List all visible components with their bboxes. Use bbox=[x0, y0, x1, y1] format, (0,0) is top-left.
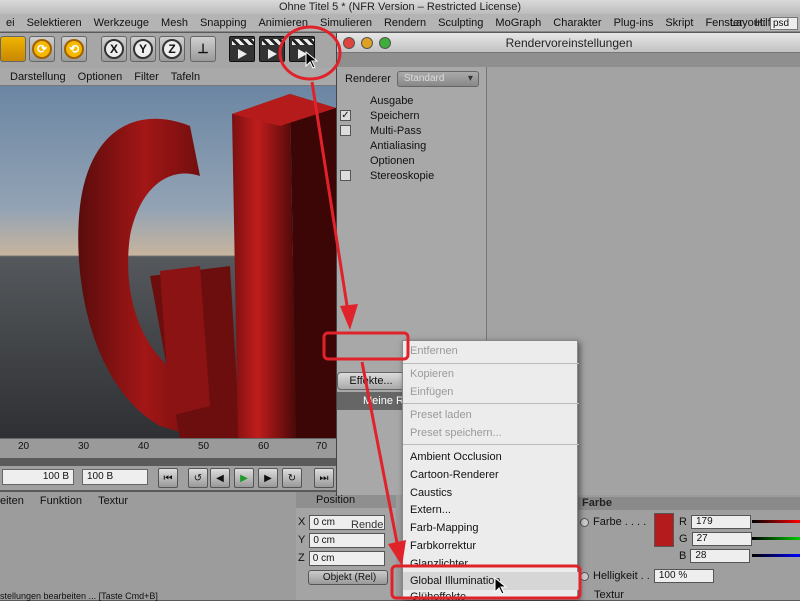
annotation-arrow-head bbox=[340, 304, 358, 330]
annotation-arrow-line bbox=[360, 361, 400, 549]
annotation-arrow-line bbox=[310, 81, 350, 313]
annotation-overlay bbox=[278, 25, 582, 600]
annotation-circle bbox=[278, 25, 342, 81]
annotation-box-global-illumination bbox=[390, 564, 582, 600]
annotation-arrow-head bbox=[388, 540, 406, 566]
mouse-cursor-icon bbox=[494, 576, 508, 595]
annotation-box-effects bbox=[322, 331, 410, 361]
mouse-cursor-icon bbox=[305, 50, 319, 69]
